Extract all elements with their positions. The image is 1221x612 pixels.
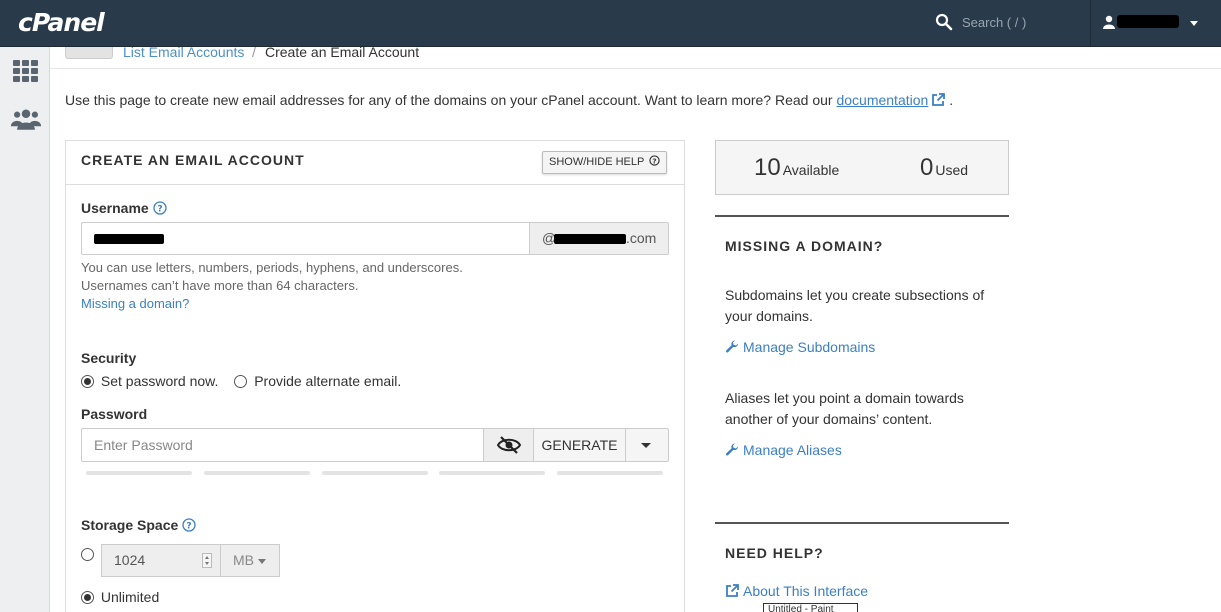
strength-meter-segment: [322, 471, 428, 475]
strength-meter-segment: [204, 471, 310, 475]
panel-header: CREATE AN EMAIL ACCOUNT SHOW/HIDE HELP ?: [66, 141, 684, 185]
manage-aliases-label: Manage Aliases: [743, 442, 842, 458]
search-icon[interactable]: [935, 13, 953, 31]
security-options: Set password now. Provide alternate emai…: [81, 373, 401, 389]
chevron-down-icon[interactable]: [1190, 21, 1198, 26]
radio-set-password-label[interactable]: Set password now.: [101, 373, 219, 389]
need-help-title: NEED HELP?: [725, 545, 824, 561]
username-redacted-value: [94, 234, 164, 244]
sidebar: [0, 47, 50, 612]
password-input[interactable]: Enter Password: [81, 428, 484, 462]
manage-subdomains-link[interactable]: Manage Subdomains: [725, 339, 875, 355]
breadcrumb-current: Create an Email Account: [265, 44, 420, 60]
app-icon: [65, 47, 113, 59]
quota-stepper[interactable]: [202, 553, 212, 568]
security-label: Security: [81, 350, 137, 366]
username-hint-1: You can use letters, numbers, periods, h…: [81, 260, 463, 275]
unlimited-option: Unlimited: [81, 589, 159, 605]
username-redacted[interactable]: [1117, 15, 1179, 28]
topbar-divider: [1090, 0, 1091, 47]
domain-redacted: [554, 234, 626, 244]
storage-unit-select[interactable]: MB: [220, 544, 280, 577]
username-hint-2: Usernames can’t have more than 64 charac…: [81, 278, 359, 293]
strength-meter-segment: [86, 471, 192, 475]
documentation-link[interactable]: documentation: [836, 92, 928, 108]
available-stat: 10 Available: [754, 154, 839, 182]
manage-subdomains-label: Manage Subdomains: [743, 339, 876, 355]
show-hide-help-label: SHOW/HIDE HELP: [549, 156, 645, 168]
show-hide-help-button[interactable]: SHOW/HIDE HELP ?: [542, 151, 668, 174]
manage-aliases-link[interactable]: Manage Aliases: [725, 442, 842, 458]
radio-alternate-email[interactable]: [234, 375, 248, 388]
storage-unit-value: MB: [233, 552, 254, 568]
breadcrumb-separator: /: [252, 44, 256, 60]
section-divider: [715, 522, 1009, 524]
eye-slash-icon: [497, 436, 521, 454]
about-interface-label: About This Interface: [743, 583, 869, 599]
breadcrumb: List Email Accounts / Create an Email Ac…: [50, 44, 1221, 69]
users-icon[interactable]: [10, 105, 42, 135]
missing-domain-link[interactable]: Missing a domain?: [81, 296, 189, 311]
help-icon[interactable]: ?: [153, 201, 167, 215]
missing-domain-title: MISSING A DOMAIN?: [725, 238, 884, 254]
intro-period: .: [949, 92, 954, 108]
username-input[interactable]: [81, 222, 530, 255]
radio-storage-custom[interactable]: [81, 548, 94, 561]
storage-quota-value: 1024: [114, 552, 146, 568]
generate-options-dropdown[interactable]: [625, 428, 669, 462]
radio-unlimited-label[interactable]: Unlimited: [101, 589, 159, 605]
storage-label-text: Storage Space: [81, 517, 179, 533]
used-count: 0: [920, 154, 934, 181]
user-icon[interactable]: [1103, 15, 1115, 29]
wrench-icon: [725, 340, 739, 353]
grid-apps-icon[interactable]: [10, 57, 42, 87]
domain-tld: .com: [626, 230, 657, 246]
create-email-panel: CREATE AN EMAIL ACCOUNT SHOW/HIDE HELP ?…: [65, 140, 685, 612]
available-label: Available: [782, 162, 840, 178]
account-stats: 10 Available 0 Used: [715, 140, 1009, 195]
top-navbar: cPanel Search ( / ): [0, 0, 1221, 47]
panel-title: CREATE AN EMAIL ACCOUNT: [81, 152, 305, 168]
toggle-password-visibility-button[interactable]: [483, 428, 534, 462]
radio-storage-unlimited[interactable]: [81, 591, 94, 604]
storage-label: Storage Space ?: [81, 517, 196, 533]
radio-alternate-email-label[interactable]: Provide alternate email.: [254, 373, 401, 389]
used-label: Used: [935, 162, 969, 178]
search-input[interactable]: Search ( / ): [962, 15, 1026, 30]
used-stat: 0 Used: [920, 154, 968, 182]
chevron-down-icon: [258, 559, 266, 564]
radio-set-password[interactable]: [81, 375, 94, 388]
help-icon[interactable]: ?: [182, 518, 196, 532]
wrench-icon: [725, 443, 739, 456]
subdomains-text: Subdomains let you create subsections of…: [725, 287, 985, 324]
strength-meter-segment: [557, 471, 663, 475]
svg-text:?: ?: [157, 205, 162, 215]
strength-meter-segment: [439, 471, 545, 475]
username-label-text: Username: [81, 200, 149, 216]
available-count: 10: [754, 154, 781, 181]
about-interface-link[interactable]: About This Interface: [725, 583, 868, 599]
main-content: List Email Accounts / Create an Email Ac…: [50, 44, 1221, 612]
intro-body: Use this page to create new email addres…: [65, 92, 833, 108]
aliases-text: Aliases let you point a domain towards a…: [725, 390, 964, 427]
breadcrumb-list-email-accounts[interactable]: List Email Accounts: [123, 44, 244, 60]
svg-text:?: ?: [653, 156, 657, 165]
section-divider: [715, 215, 1009, 217]
external-link-icon[interactable]: [931, 93, 946, 107]
taskbar-tooltip: Untitled - Paint: [763, 603, 858, 612]
external-link-icon: [726, 584, 739, 597]
password-label: Password: [81, 406, 148, 422]
svg-text:?: ?: [187, 522, 192, 532]
generate-password-button[interactable]: GENERATE: [533, 428, 626, 462]
intro-text: Use this page to create new email addres…: [65, 92, 953, 108]
username-label: Username ?: [81, 200, 167, 216]
domain-select[interactable]: @ .com: [529, 222, 669, 255]
cpanel-logo[interactable]: cPanel: [18, 8, 105, 37]
question-circle-icon: ?: [649, 155, 660, 166]
storage-quota-input[interactable]: 1024: [101, 544, 221, 577]
